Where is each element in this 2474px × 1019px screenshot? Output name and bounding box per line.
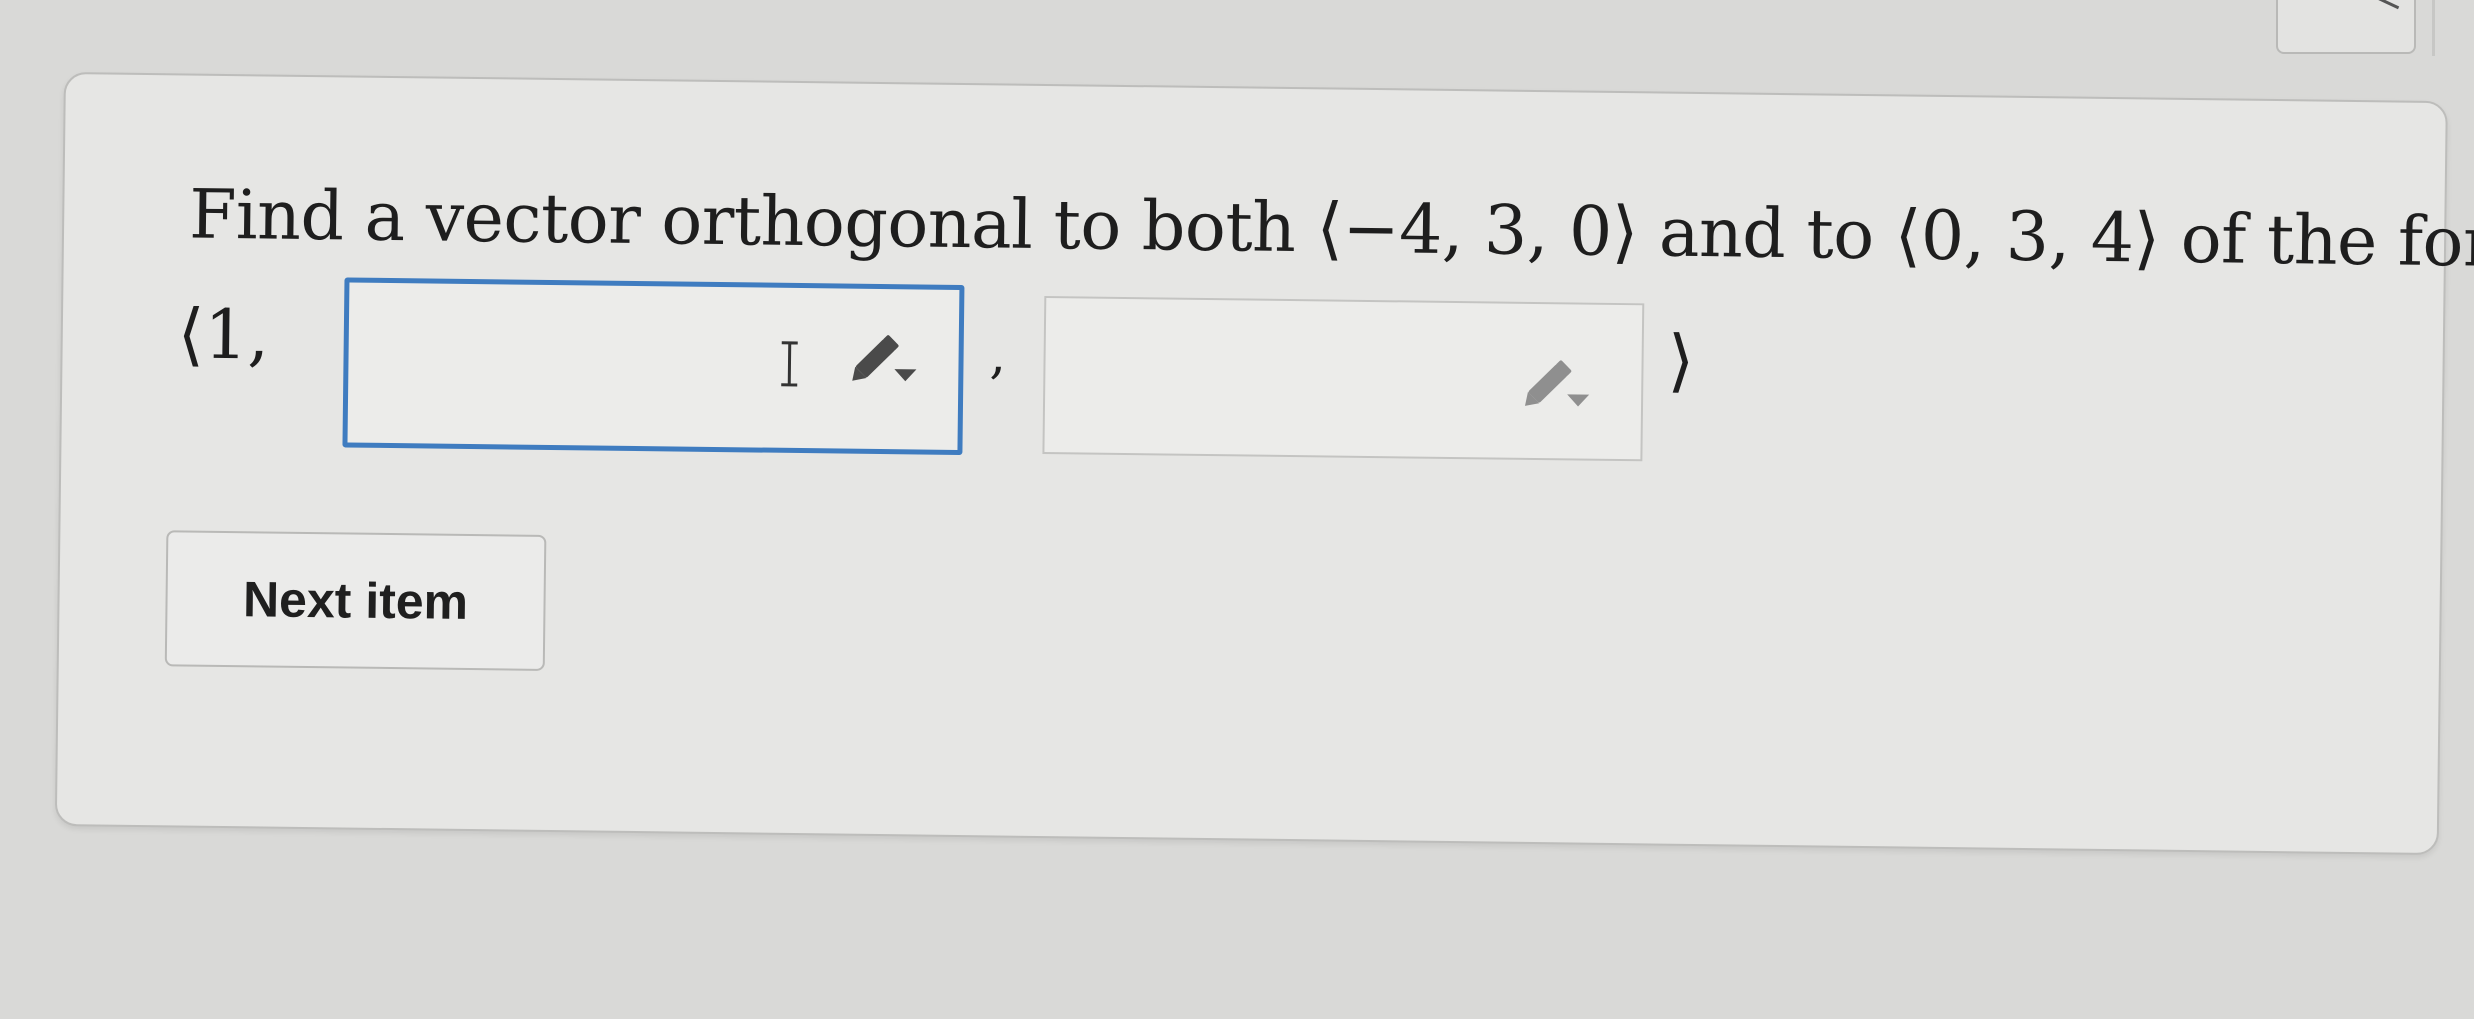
edge-divider (2432, 0, 2435, 56)
vector-prefix: ⟨1, (177, 295, 270, 376)
pencil-dropdown-icon[interactable] (850, 329, 923, 386)
third-component-input[interactable] (1042, 295, 1645, 462)
answer-row: ⟨1, , ⟩ (176, 275, 1778, 465)
second-component-input[interactable] (342, 277, 965, 456)
vector-suffix: ⟩ (1667, 321, 1695, 401)
question-card: Find a vector orthogonal to both ⟨−4, 3,… (54, 72, 2474, 856)
question-text: Find a vector orthogonal to both ⟨−4, 3,… (188, 175, 2474, 284)
i-beam-cursor-icon (781, 341, 798, 387)
top-right-button[interactable] (2276, 0, 2416, 54)
next-item-button[interactable]: Next item (164, 530, 547, 671)
component-separator: , (989, 325, 1007, 386)
check-mark-icon (2370, 0, 2400, 10)
pencil-dropdown-icon[interactable] (1523, 354, 1596, 411)
